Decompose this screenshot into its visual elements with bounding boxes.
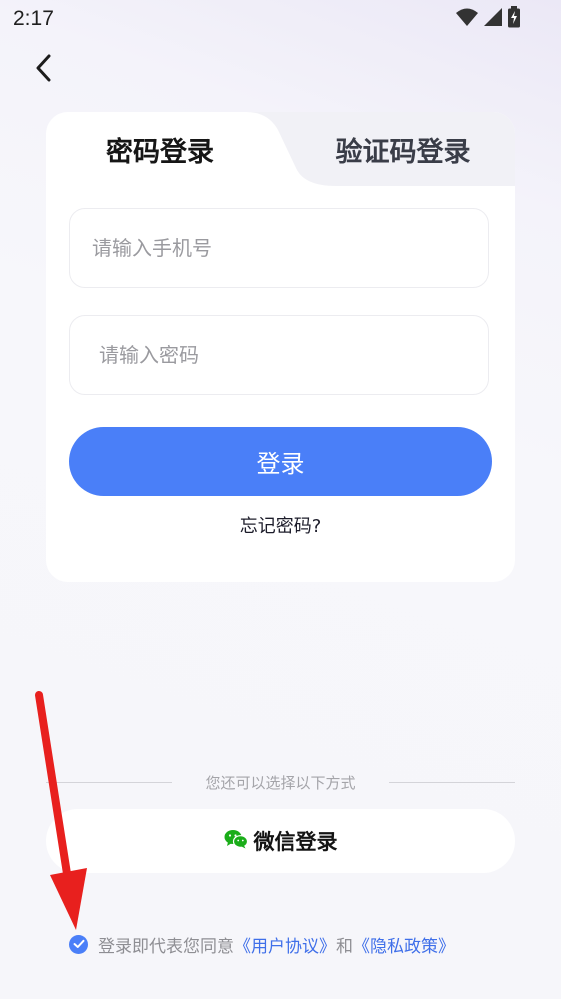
user-agreement-link[interactable]: 《用户协议》 <box>234 932 336 957</box>
login-tab-bar: 密码登录 验证码登录 <box>46 112 515 186</box>
divider-line-left <box>46 781 172 783</box>
password-field <box>69 315 489 395</box>
tab-password-login[interactable]: 密码登录 <box>66 112 254 186</box>
chevron-left-icon <box>34 54 52 86</box>
checkmark-icon <box>73 939 84 948</box>
login-button[interactable]: 登录 <box>69 427 492 496</box>
wechat-login-button[interactable]: 微信登录 <box>46 809 515 873</box>
status-time: 2:17 <box>13 7 54 30</box>
status-icons <box>455 6 521 32</box>
agreement-checkbox[interactable] <box>69 934 88 954</box>
agreement-conjunction: 和 <box>336 936 353 957</box>
forgot-password-link[interactable]: 忘记密码? <box>46 512 515 538</box>
privacy-policy-link[interactable]: 《隐私政策》 <box>353 932 455 957</box>
phone-field <box>69 208 489 288</box>
back-button[interactable] <box>28 53 58 87</box>
agreement-prefix: 登录即代表您同意 <box>98 936 234 957</box>
divider-text: 您还可以选择以下方式 <box>205 773 356 792</box>
wifi-icon <box>455 7 479 31</box>
password-input[interactable] <box>70 316 488 394</box>
divider-line-right <box>389 781 515 783</box>
alternative-login-divider: 您还可以选择以下方式 <box>46 770 515 794</box>
battery-charging-icon <box>507 6 521 32</box>
wechat-login-label: 微信登录 <box>253 830 338 854</box>
agreement-row: 登录即代表您同意 《用户协议》 和 《隐私政策》 <box>69 931 455 957</box>
cellular-signal-icon <box>483 7 503 31</box>
phone-input[interactable] <box>70 209 488 287</box>
wechat-icon <box>224 829 248 853</box>
tab-code-login[interactable]: 验证码登录 <box>318 112 488 186</box>
status-bar: 2:17 <box>0 0 561 38</box>
login-card: 密码登录 验证码登录 登录 忘记密码? <box>46 112 515 582</box>
